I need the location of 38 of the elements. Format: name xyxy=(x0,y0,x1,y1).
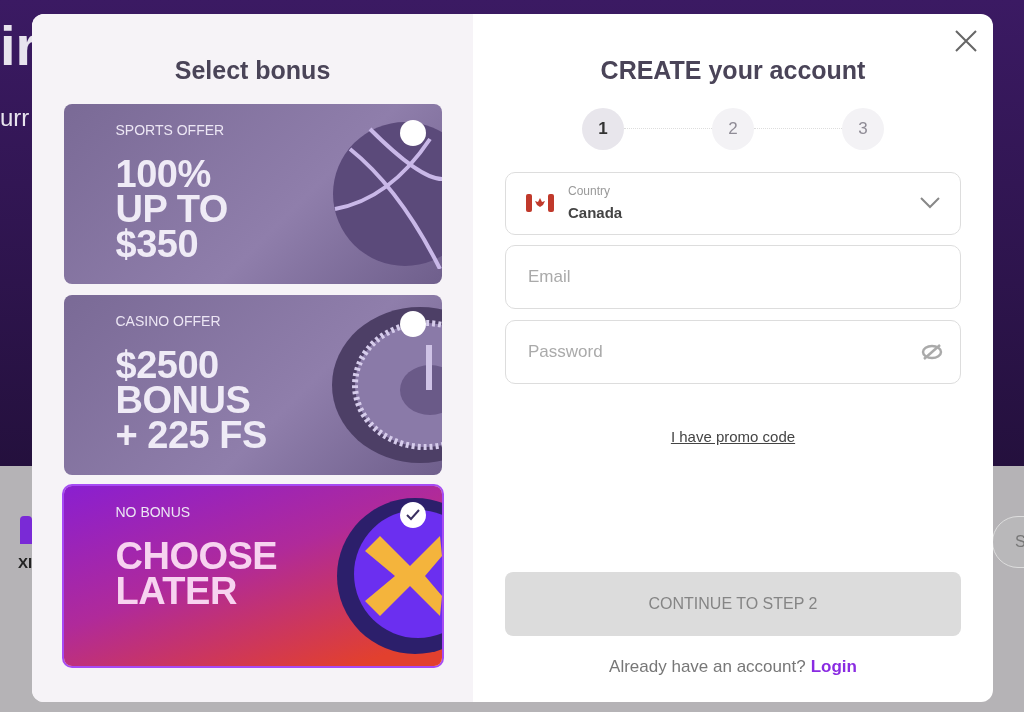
offer-headline: $2500 xyxy=(115,347,220,383)
login-prompt: Already have an account? xyxy=(609,656,806,678)
step-indicator: 3 xyxy=(842,107,884,150)
tile-label: XI xyxy=(18,553,33,573)
offer-category: CASINO OFFER xyxy=(115,311,222,331)
close-icon xyxy=(955,30,977,52)
check-icon xyxy=(405,508,420,521)
flag-icon xyxy=(526,193,554,213)
step-indicator: 1 xyxy=(582,107,624,150)
offer-headline: $350 xyxy=(115,226,200,262)
close-button[interactable] xyxy=(953,28,979,54)
offer-category: NO BONUS xyxy=(115,502,192,522)
step-indicator: 2 xyxy=(712,107,754,150)
offer-headline: 100% xyxy=(115,156,212,192)
promo-code-link[interactable]: I have promo code xyxy=(670,425,796,448)
email-field[interactable]: Email xyxy=(505,244,961,309)
hero-text: ir xyxy=(0,14,38,78)
eye-off-icon xyxy=(921,343,943,360)
chevron-down-icon xyxy=(920,197,940,209)
country-value: Canada xyxy=(568,202,624,223)
bonus-card[interactable]: CASINO OFFER $2500 BONUS + 225 FS xyxy=(63,294,442,475)
offer-headline: CHOOSE xyxy=(115,538,278,574)
panel-title: Select bonus xyxy=(174,55,331,86)
offer-headline: + 225 FS xyxy=(115,417,267,453)
panel-title: CREATE your account xyxy=(600,55,866,86)
login-link[interactable]: Login xyxy=(810,654,857,680)
radio-button[interactable] xyxy=(399,119,426,146)
country-select[interactable]: Country Canada xyxy=(505,171,961,235)
offer-headline: LATER xyxy=(115,573,238,609)
offer-headline: UP TO xyxy=(115,191,228,227)
offer-category: SPORTS OFFER xyxy=(115,120,226,140)
field-label: Country xyxy=(568,182,612,200)
password-field[interactable]: Password xyxy=(505,319,961,384)
offer-headline: BONUS xyxy=(115,382,252,418)
bonus-card[interactable]: NO BONUS CHOOSE LATER xyxy=(63,485,442,666)
bonus-card[interactable]: SPORTS OFFER 100% UP TO $350 xyxy=(63,103,442,284)
roulette-wheel-icon xyxy=(329,304,442,465)
hero-text: urr xyxy=(0,103,30,133)
